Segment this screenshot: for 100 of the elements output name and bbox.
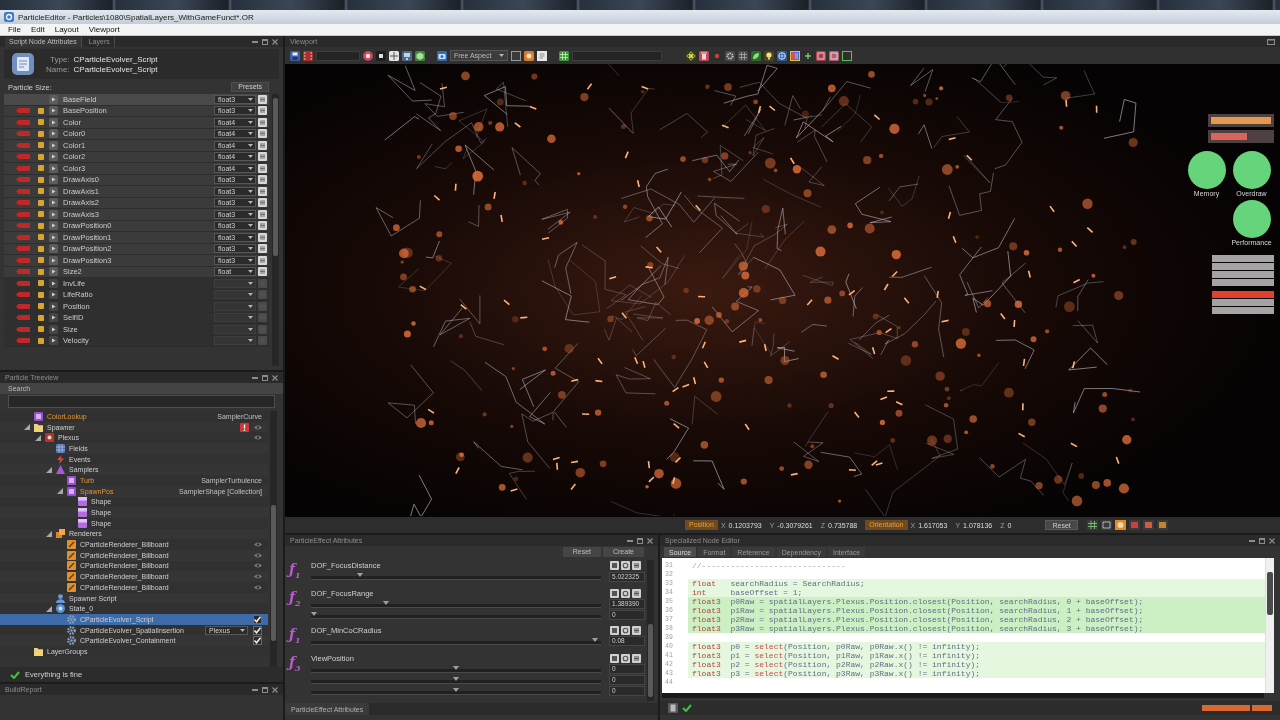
list-icon[interactable]	[258, 255, 267, 265]
list-icon[interactable]	[258, 186, 267, 196]
float-icon[interactable]	[262, 374, 268, 381]
light-bulb-icon[interactable]	[764, 50, 775, 61]
menu-icon[interactable]	[632, 561, 641, 570]
window-icon[interactable]	[610, 625, 619, 635]
expand-arrow-icon[interactable]	[35, 434, 41, 441]
list-icon[interactable]	[258, 152, 267, 162]
eye-icon[interactable]	[254, 584, 262, 590]
frame-icon[interactable]	[842, 50, 853, 61]
eye-icon[interactable]	[254, 542, 262, 548]
render-mode-icon[interactable]	[1086, 520, 1098, 530]
list-icon[interactable]	[258, 140, 267, 150]
render-mode-icon[interactable]	[1100, 520, 1112, 530]
slider-thumb[interactable]	[453, 676, 459, 681]
window-icon[interactable]	[610, 653, 619, 663]
list-icon[interactable]	[258, 209, 267, 219]
input-field[interactable]	[316, 50, 360, 61]
type-dropdown[interactable]	[214, 290, 256, 300]
close-icon[interactable]	[647, 537, 653, 544]
slider-track[interactable]	[311, 600, 601, 608]
window-icon[interactable]	[816, 50, 827, 61]
close-icon[interactable]	[272, 38, 278, 45]
grid-icon[interactable]	[738, 50, 749, 61]
close-icon[interactable]	[1269, 537, 1275, 544]
menu-icon[interactable]	[632, 653, 641, 663]
checkbox[interactable]	[253, 625, 262, 635]
expand-arrow-icon[interactable]	[57, 488, 63, 495]
eye-icon[interactable]	[254, 435, 262, 441]
slider-thumb[interactable]	[383, 600, 390, 605]
expand-arrow-icon[interactable]	[24, 424, 30, 431]
scrollbar[interactable]	[662, 693, 1264, 698]
swatch-icon[interactable]	[790, 50, 801, 61]
record-icon[interactable]	[363, 50, 373, 61]
scrollbar[interactable]	[1265, 558, 1274, 693]
slider-track[interactable]	[311, 665, 601, 673]
ring-icon[interactable]	[621, 588, 630, 598]
slider-track[interactable]	[311, 611, 601, 619]
close-icon[interactable]	[272, 686, 278, 693]
cube-icon[interactable]	[415, 50, 425, 61]
ring-icon[interactable]	[621, 625, 630, 635]
minimize-icon[interactable]	[1249, 539, 1255, 542]
frame-icon[interactable]	[511, 50, 522, 61]
scrollbar[interactable]	[270, 411, 277, 667]
sun-icon[interactable]	[524, 50, 535, 61]
list-icon[interactable]	[258, 175, 267, 185]
slider-thumb[interactable]	[357, 573, 364, 577]
window-icon[interactable]	[829, 50, 840, 61]
eye-icon[interactable]	[254, 424, 262, 430]
expand-arrow-icon[interactable]	[46, 605, 52, 612]
type-dropdown[interactable]	[214, 336, 256, 346]
search-field[interactable]	[8, 395, 275, 408]
type-dropdown[interactable]	[214, 301, 256, 311]
menu-icon[interactable]	[632, 588, 641, 598]
atom-icon[interactable]	[686, 50, 697, 61]
list-icon[interactable]	[258, 221, 267, 231]
slider-track[interactable]	[311, 687, 601, 695]
list-icon[interactable]	[258, 94, 267, 104]
list-icon[interactable]	[258, 117, 267, 127]
type-dropdown[interactable]	[214, 324, 256, 334]
layout-icon[interactable]	[389, 50, 399, 61]
leaf-icon[interactable]	[751, 50, 762, 61]
input-field[interactable]	[572, 50, 663, 61]
menu-item[interactable]: Edit	[25, 24, 50, 35]
slider-track[interactable]	[311, 676, 601, 684]
slider-track[interactable]	[311, 573, 601, 580]
menu-icon[interactable]	[632, 625, 641, 635]
film-icon[interactable]	[303, 50, 313, 61]
type-dropdown[interactable]	[214, 313, 256, 323]
float-icon[interactable]	[1259, 537, 1265, 544]
expand-arrow-icon[interactable]	[46, 466, 52, 473]
menu-item[interactable]: File	[3, 24, 26, 35]
checkbox[interactable]	[253, 614, 262, 624]
list-icon[interactable]	[258, 244, 267, 254]
minimize-icon[interactable]	[252, 376, 258, 379]
bin-icon[interactable]	[699, 50, 710, 61]
float-icon[interactable]	[262, 38, 268, 45]
render-mode-icon[interactable]	[1114, 520, 1126, 530]
window-icon[interactable]	[610, 588, 619, 598]
eye-icon[interactable]	[254, 574, 262, 580]
list-icon[interactable]	[258, 106, 267, 116]
slider-track[interactable]	[311, 637, 601, 645]
list-icon[interactable]	[258, 232, 267, 242]
ring-icon[interactable]	[621, 653, 630, 663]
slider-thumb[interactable]	[592, 637, 599, 642]
menu-item[interactable]: Layout	[49, 24, 84, 35]
globe-icon[interactable]	[777, 50, 788, 61]
slider-thumb[interactable]	[453, 687, 459, 692]
list-icon[interactable]	[258, 163, 267, 173]
window-icon[interactable]	[610, 561, 619, 570]
checkbox[interactable]	[253, 636, 262, 646]
float-icon[interactable]	[637, 537, 643, 544]
scrollbar[interactable]	[272, 94, 279, 366]
minimize-icon[interactable]	[252, 40, 258, 43]
menu-item[interactable]: Viewport	[83, 24, 125, 35]
minimize-icon[interactable]	[252, 688, 258, 691]
stop-icon[interactable]	[376, 50, 386, 61]
monitor-icon[interactable]	[402, 50, 412, 61]
camera-icon[interactable]	[437, 50, 447, 61]
minimize-icon[interactable]	[627, 539, 633, 542]
